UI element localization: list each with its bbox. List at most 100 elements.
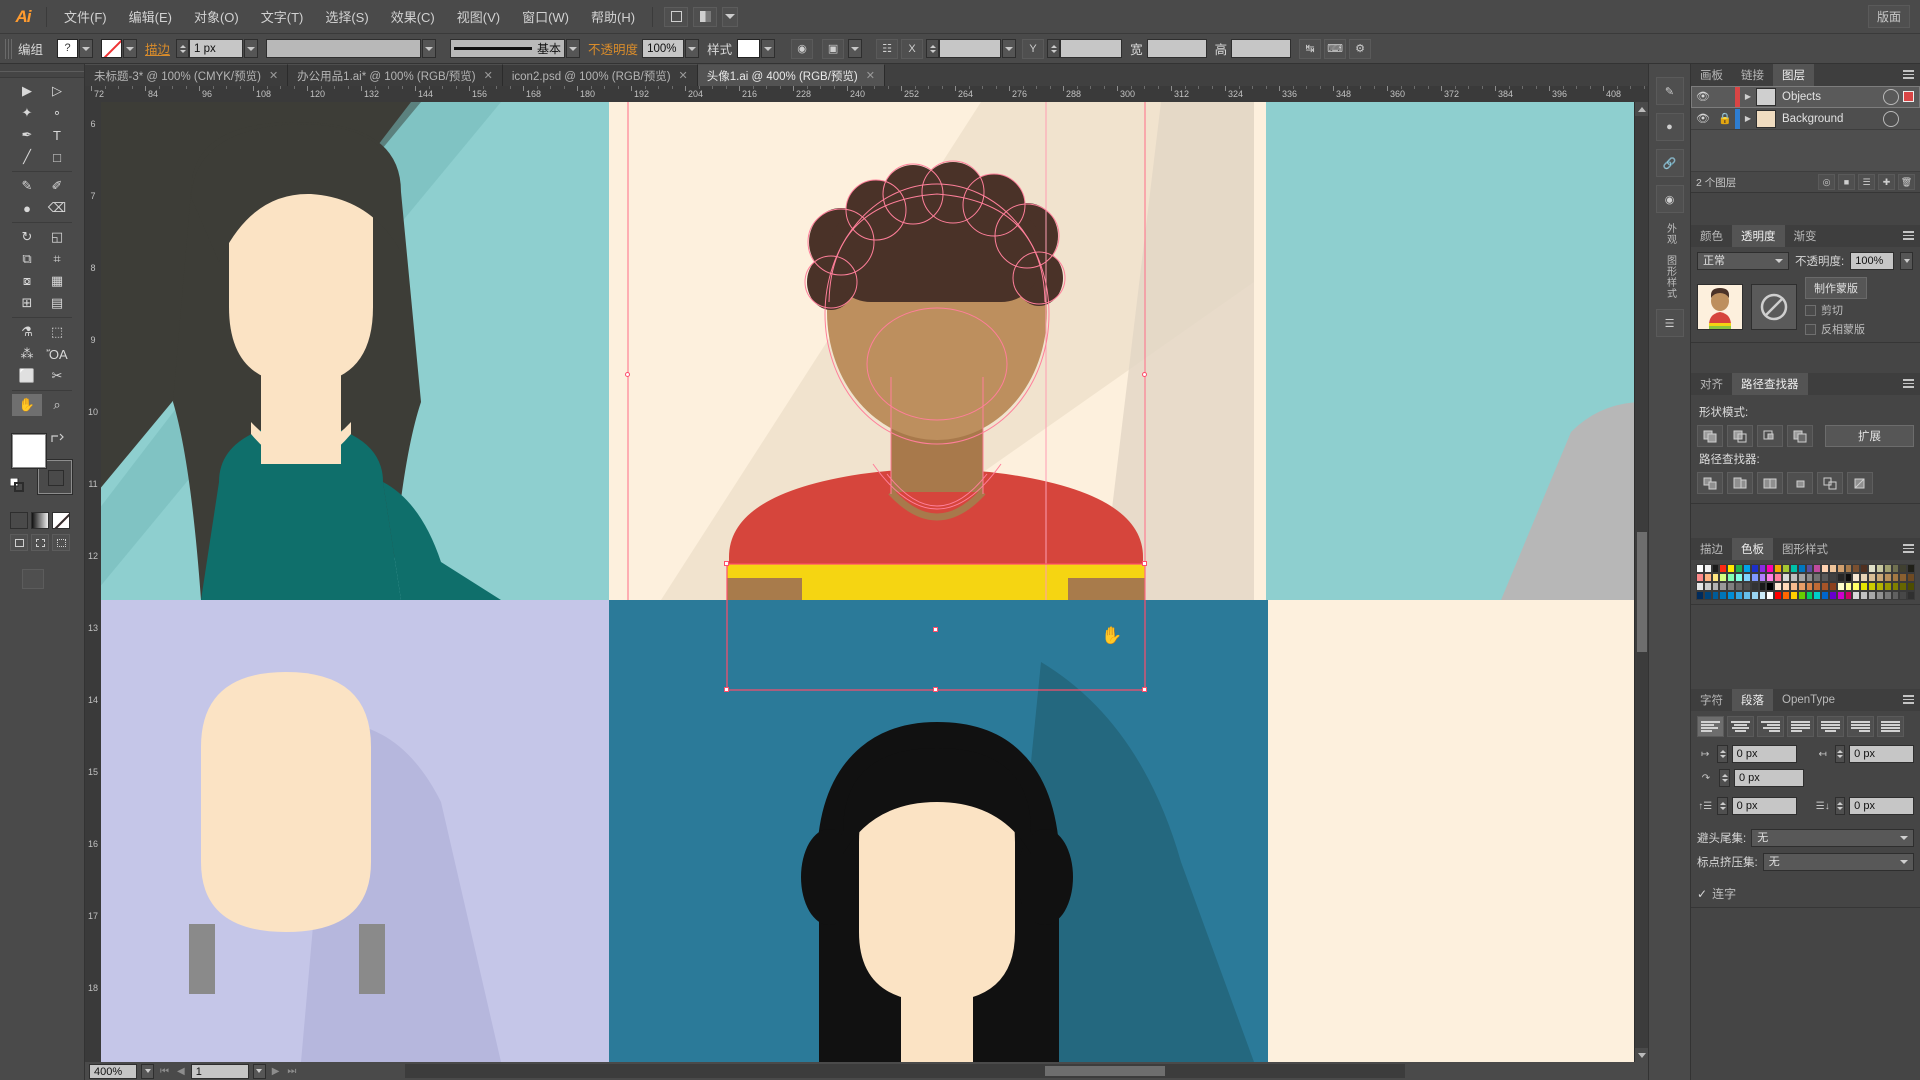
- swatch-cell[interactable]: [1860, 564, 1869, 573]
- swatch-cell[interactable]: [1735, 573, 1743, 582]
- swatch-cell[interactable]: [1836, 591, 1845, 600]
- transform-x-field[interactable]: [939, 39, 1002, 58]
- crop-icon[interactable]: [1787, 472, 1813, 494]
- panel-tab-透明度[interactable]: 透明度: [1732, 225, 1785, 247]
- slice-tool[interactable]: ✂: [42, 365, 72, 387]
- tools-panel-grip[interactable]: [0, 64, 84, 78]
- swatch-cell[interactable]: [1860, 573, 1869, 582]
- delete-layer-icon[interactable]: 🗑: [1898, 174, 1915, 190]
- zoom-dropdown-icon[interactable]: [141, 1063, 154, 1079]
- symbols-panel-icon[interactable]: ●: [1655, 113, 1684, 141]
- opacity-dropdown-icon[interactable]: [685, 39, 700, 58]
- rectangle-tool[interactable]: □: [42, 146, 72, 168]
- swatch-cell[interactable]: [1805, 564, 1814, 573]
- anchor-point[interactable]: [1142, 561, 1147, 566]
- control-bar-grip[interactable]: [5, 38, 12, 59]
- swatch-cell[interactable]: [1813, 573, 1822, 582]
- bridge-button[interactable]: [664, 6, 689, 27]
- swatch-cell[interactable]: [1742, 591, 1751, 600]
- draw-normal-icon[interactable]: [10, 534, 28, 551]
- swatch-cell[interactable]: [1813, 582, 1822, 591]
- swatch-cell[interactable]: [1907, 573, 1915, 582]
- direct-selection-tool[interactable]: ▷: [42, 80, 72, 102]
- space-before-stepper[interactable]: [1717, 797, 1728, 815]
- swatch-cell[interactable]: [1696, 591, 1704, 600]
- justify-all-button[interactable]: [1877, 716, 1904, 737]
- close-icon[interactable]: ✕: [484, 69, 493, 82]
- space-after-stepper[interactable]: [1834, 797, 1846, 815]
- graphic-style-control[interactable]: [737, 39, 776, 58]
- pen-tool[interactable]: ✒: [12, 124, 42, 146]
- new-sublayer-icon[interactable]: ☰: [1858, 174, 1875, 190]
- swatch-cell[interactable]: [1696, 573, 1704, 582]
- swatch-cell[interactable]: [1758, 573, 1767, 582]
- swatch-cell[interactable]: [1844, 582, 1853, 591]
- swatch-cell[interactable]: [1852, 582, 1861, 591]
- zoom-level-field[interactable]: 400%: [89, 1063, 137, 1079]
- panel-tab-颜色[interactable]: 颜色: [1691, 225, 1732, 247]
- selection-tool[interactable]: ▶: [12, 80, 42, 102]
- swatch-cell[interactable]: [1883, 582, 1892, 591]
- swatch-cell[interactable]: [1750, 582, 1759, 591]
- panel-tab-链接[interactable]: 链接: [1732, 64, 1773, 86]
- panel-tab-图层[interactable]: 图层: [1773, 64, 1814, 86]
- swatch-cell[interactable]: [1828, 582, 1837, 591]
- swatch-cell[interactable]: [1703, 573, 1712, 582]
- artboard-tool[interactable]: ⬜: [12, 365, 42, 387]
- swatch-cell[interactable]: [1727, 564, 1736, 573]
- align-left-button[interactable]: [1697, 716, 1724, 737]
- panel-tab-图形样式[interactable]: 图形样式: [1773, 538, 1837, 560]
- transparency-artwork-thumbnail[interactable]: [1697, 284, 1743, 330]
- swatch-cell[interactable]: [1766, 573, 1775, 582]
- arrange-documents-button[interactable]: [693, 6, 718, 27]
- opacity-mask-icon[interactable]: ◉: [791, 38, 814, 59]
- panel-tab-画板[interactable]: 画板: [1691, 64, 1732, 86]
- swatch-cell[interactable]: [1719, 591, 1728, 600]
- gradient-tool[interactable]: ▤: [42, 292, 72, 314]
- layer-row[interactable]: 👁 🔒 ▶ Background: [1691, 108, 1920, 130]
- style-dropdown-icon[interactable]: [761, 39, 776, 58]
- swatch-cell[interactable]: [1875, 591, 1884, 600]
- swatch-cell[interactable]: [1821, 582, 1829, 591]
- swatch-cell[interactable]: [1907, 591, 1915, 600]
- swatch-cell[interactable]: [1805, 591, 1814, 600]
- menu-item-5[interactable]: 效果(C): [380, 3, 446, 30]
- gradient-button[interactable]: [31, 512, 49, 529]
- width-tool[interactable]: ⧉: [12, 248, 42, 270]
- menu-item-2[interactable]: 对象(O): [183, 3, 250, 30]
- swatch-cell[interactable]: [1899, 582, 1908, 591]
- style-swatch[interactable]: [737, 39, 761, 58]
- draw-behind-icon[interactable]: [31, 534, 49, 551]
- swatch-cell[interactable]: [1797, 591, 1806, 600]
- swatch-cell[interactable]: [1899, 573, 1908, 582]
- swatch-cell[interactable]: [1836, 582, 1845, 591]
- swatch-cell[interactable]: [1868, 564, 1876, 573]
- swatch-cell[interactable]: [1836, 573, 1845, 582]
- close-icon[interactable]: ✕: [269, 69, 278, 82]
- swatch-cell[interactable]: [1789, 564, 1798, 573]
- transparency-mask-thumbnail[interactable]: [1751, 284, 1797, 330]
- first-line-indent-field[interactable]: 0 px: [1734, 769, 1804, 787]
- swatch-cell[interactable]: [1703, 564, 1712, 573]
- swatch-cell[interactable]: [1727, 591, 1736, 600]
- anchor-point[interactable]: [724, 561, 729, 566]
- fill-dropdown-icon[interactable]: [79, 39, 94, 58]
- outline-icon[interactable]: [1817, 472, 1843, 494]
- stroke-weight-label[interactable]: 描边: [145, 39, 170, 58]
- swatch-cell[interactable]: [1703, 582, 1712, 591]
- make-clip-mask-icon[interactable]: ■: [1838, 174, 1855, 190]
- opacity-label[interactable]: 不透明度: [588, 39, 638, 58]
- pencil-tool[interactable]: ✐: [42, 175, 72, 197]
- indent-left-field[interactable]: 0 px: [1731, 745, 1797, 763]
- anchor-point[interactable]: [724, 687, 729, 692]
- clip-checkbox[interactable]: [1805, 304, 1816, 316]
- swatch-cell[interactable]: [1774, 564, 1783, 573]
- swatch-cell[interactable]: [1766, 582, 1775, 591]
- scroll-up-icon[interactable]: [1635, 102, 1649, 116]
- brush-dropdown-icon[interactable]: [566, 39, 581, 58]
- swatch-cell[interactable]: [1828, 591, 1837, 600]
- last-page-icon[interactable]: ⏭: [285, 1066, 298, 1077]
- swatch-cell[interactable]: [1789, 573, 1798, 582]
- swatch-cell[interactable]: [1766, 564, 1775, 573]
- swatch-cell[interactable]: [1742, 564, 1751, 573]
